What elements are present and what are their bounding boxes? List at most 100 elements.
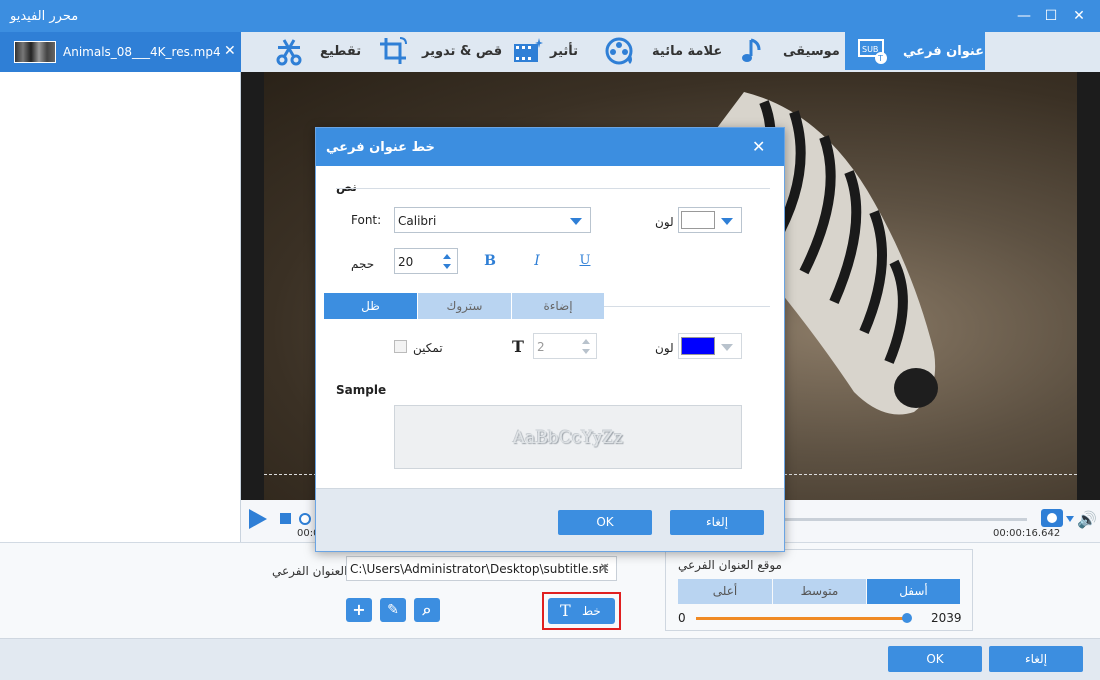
tab-effect-label: تأثير [550,44,579,59]
subtitle-font-dialog: خط عنوان فرعي ✕ نص Font: Calibri لون حجم… [315,127,785,552]
position-min: 0 [678,611,686,625]
tab-music-label: موسيقى [783,44,840,59]
decrement-icon [582,349,590,354]
tab-glow[interactable]: إضاءة [512,293,604,319]
crop-rotate-icon [380,37,407,64]
text-section-title: نص [336,180,357,194]
title-bar: محرر الفيديو — ☐ ✕ [0,0,1100,32]
dialog-footer: OK إلغاء [316,488,784,551]
shadow-color-picker[interactable] [678,333,742,359]
font-family-select[interactable]: Calibri [394,207,591,233]
tab-shadow[interactable]: ظل [324,293,417,319]
play-icon[interactable] [249,509,267,529]
footer-bar: OK إلغاء [0,638,1100,680]
shadow-color-label: لون [655,341,674,355]
search-subtitle-button[interactable]: ⌕ [414,598,440,622]
file-name: Animals_08___4K_res.mp4 [63,45,221,59]
position-bottom-option[interactable]: أسفل [867,579,960,604]
section-divider [336,188,770,189]
add-subtitle-button[interactable]: + [346,598,372,622]
subtitle-label: العنوان الفرعي [272,564,348,578]
file-tab[interactable]: Animals_08___4K_res.mp4 ✕ [0,32,241,72]
text-color-swatch [681,211,715,229]
snapshot-dropdown-icon[interactable] [1066,516,1074,522]
svg-text:T: T [877,54,883,63]
volume-icon[interactable]: 🔊 [1077,510,1097,529]
sample-label: Sample [336,383,387,397]
subtitle-settings: العنوان الفرعي C:\Users\Administrator\De… [0,542,1100,638]
position-title: موقع العنوان الفرعي [678,558,782,572]
increment-icon [582,339,590,344]
chevron-down-icon [570,218,582,225]
subtitle-position-box: موقع العنوان الفرعي أسفل متوسط أعلى 0 20… [665,549,973,631]
font-label: Font: [351,213,382,227]
tab-watermark-label: علامة مائية [652,44,723,59]
tab-subtitle[interactable]: SUB T عنوان فرعي [845,32,985,70]
cancel-button[interactable]: إلغاء [989,646,1083,672]
tab-crop-rotate-label: قص & تدوير [422,44,503,59]
svg-text:SUB: SUB [862,45,878,54]
underline-button[interactable]: U [575,253,595,273]
total-time: 00:00:16.642 [993,528,1061,539]
enable-label: تمكين [413,341,443,355]
dialog-ok-button[interactable]: OK [558,510,652,535]
close-window-button[interactable]: ✕ [1069,6,1089,26]
shadow-distance-value: 2 [537,340,545,354]
dialog-close-icon[interactable]: ✕ [752,137,765,156]
font-family-value: Calibri [398,214,437,228]
clear-subtitle-icon[interactable]: ✕ [599,561,610,576]
subtitle-icon: SUB T [858,39,887,64]
dialog-title: خط عنوان فرعي [326,140,435,155]
position-slider[interactable] [696,617,904,620]
position-middle-option[interactable]: متوسط [773,579,866,604]
editor-toolbar: Animals_08___4K_res.mp4 ✕ SUB T عنوان فر… [0,32,1100,72]
increment-icon[interactable] [443,254,451,259]
position-top-option[interactable]: أعلى [678,579,772,604]
stop-icon[interactable] [280,513,291,524]
edit-subtitle-button[interactable]: ✎ [380,598,406,622]
shadow-distance-icon: T [512,337,524,356]
music-note-icon [742,38,761,62]
tabs-divider [604,306,770,307]
sample-text: AaBbCcYyZz [513,428,623,448]
close-file-icon[interactable]: ✕ [224,43,236,59]
shadow-distance-stepper[interactable]: 2 [533,333,597,359]
text-color-picker[interactable] [678,207,742,233]
chevron-down-icon [721,344,733,351]
effect-icon [514,38,543,62]
bold-button[interactable]: B [480,253,500,273]
snapshot-icon[interactable] [1041,509,1063,527]
media-list-panel [0,72,241,542]
italic-button[interactable]: I [527,253,547,273]
tab-cut[interactable]: تقطيع [272,32,362,70]
text-color-label: لون [655,215,674,229]
tab-stroke[interactable]: ستروك [418,293,511,319]
sample-preview: AaBbCcYyZz [394,405,742,469]
subtitle-path-field[interactable]: C:\Users\Administrator\Desktop\subtitle.… [346,556,617,581]
font-t-icon: T [560,601,571,620]
tab-effect[interactable]: تأثير [510,32,590,70]
subtitle-path-text: C:\Users\Administrator\Desktop\subtitle.… [350,562,609,576]
position-slider-handle[interactable] [902,613,912,623]
enable-shadow-checkbox[interactable] [394,340,407,353]
decrement-icon[interactable] [443,264,451,269]
chevron-down-icon [721,218,733,225]
font-size-value: 20 [398,255,414,269]
size-label: حجم [351,257,375,271]
font-button-highlight: T خط [542,592,621,630]
video-thumbnail [14,41,56,63]
maximize-button[interactable]: ☐ [1041,6,1061,26]
tab-watermark[interactable]: علامة مائية [600,32,725,70]
position-max: 2039 [931,611,962,625]
font-size-stepper[interactable]: 20 [394,248,458,274]
minimize-button[interactable]: — [1014,6,1034,26]
seek-handle[interactable] [299,513,311,525]
ok-button[interactable]: OK [888,646,982,672]
tab-crop-rotate[interactable]: قص & تدوير [376,32,502,70]
window-title: محرر الفيديو [10,9,79,24]
font-button[interactable]: T خط [548,598,615,624]
cut-icon [276,39,302,66]
tab-music[interactable]: موسيقى [735,32,840,70]
dialog-cancel-button[interactable]: إلغاء [670,510,764,535]
seek-bar[interactable] [781,518,1027,521]
